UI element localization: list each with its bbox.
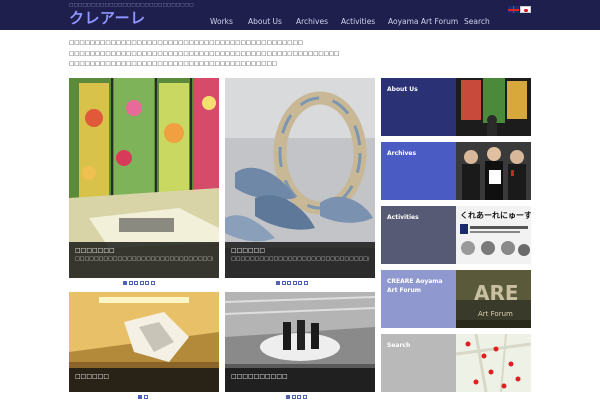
activities-banner-text: くれあーれにゅーす [460, 211, 531, 220]
carousel-dot[interactable] [145, 281, 149, 285]
archives-thumbnail [456, 142, 531, 200]
carousel-dot[interactable] [128, 281, 133, 285]
nav-activities[interactable]: Activities [341, 17, 375, 26]
nav-aoyama-art-forum[interactable]: Aoyama Art Forum [388, 17, 458, 26]
work-tile-dolphin-sculpture[interactable]: □□□□□□ □□□□□□□□□□□□□□□□□□□□□□□□□□□□□□□□□… [225, 78, 375, 278]
work-caption: □□□□□□ [69, 368, 219, 392]
carousel-dots [123, 281, 155, 285]
carousel-dot[interactable] [302, 395, 307, 399]
carousel-dot[interactable] [297, 395, 301, 399]
side-menu-archives[interactable]: Archives [381, 142, 531, 200]
svg-text:Art Forum: Art Forum [478, 310, 513, 318]
work-caption: □□□□□□ □□□□□□□□□□□□□□□□□□□□□□□□□□□□□□□□□… [225, 242, 375, 278]
nav-about-us[interactable]: About Us [248, 17, 282, 26]
site-tagline: □□□□□□□□□□□□□□□□□□□□□□□□□□□□ [69, 3, 194, 8]
art-forum-thumbnail: ARE Art Forum [456, 270, 531, 328]
work-tile-stained-glass[interactable]: □□□□□□□ □□□□□□□□□□□□□□□□□□□□□□□□□□□□□□□□… [69, 78, 219, 278]
carousel-dot[interactable] [286, 395, 290, 399]
carousel-dot[interactable] [276, 281, 280, 285]
japanese-flag-icon[interactable] [520, 6, 531, 13]
side-menu-search[interactable]: Search [381, 334, 531, 392]
side-menu-creare-aoyama-art-forum[interactable]: CREARE Aoyama Art Forum ARE Art Forum [381, 270, 531, 328]
carousel-dot[interactable] [291, 395, 296, 399]
work-title: □□□□□□□ [75, 247, 115, 254]
carousel-dot[interactable] [123, 281, 127, 285]
carousel-dot[interactable] [134, 281, 138, 285]
work-tile-hall-installation[interactable]: □□□□□□□□□□ [225, 292, 375, 392]
about-us-thumbnail [456, 78, 531, 136]
carousel-dots [286, 395, 307, 399]
side-menu-activities[interactable]: Activities くれあーれにゅーす [381, 206, 531, 264]
side-menu-label: CREARE Aoyama Art Forum [381, 270, 456, 328]
carousel-dot[interactable] [298, 281, 302, 285]
carousel-dot[interactable] [292, 281, 297, 285]
carousel-dot[interactable] [139, 281, 144, 285]
search-map-thumbnail [456, 334, 531, 392]
intro-text: □□□□□□□□□□□□□□□□□□□□□□□□□□□□□□□□□□□□□□□□… [69, 38, 359, 70]
carousel-dot[interactable] [287, 281, 291, 285]
language-switcher [508, 6, 531, 13]
work-title: □□□□□□ [231, 247, 266, 254]
carousel-dot[interactable] [143, 395, 148, 399]
nav-works[interactable]: Works [210, 17, 233, 26]
carousel-dots [138, 395, 148, 399]
work-subtitle: □□□□□□□□□□□□□□□□□□□□□□□□□□□□□□□□□□□□□ [231, 256, 369, 262]
side-menu-about-us[interactable]: About Us [381, 78, 531, 136]
nav-search[interactable]: Search [464, 17, 490, 26]
intro-line: □□□□□□□□□□□□□□□□□□□□□□□□□□□□□□□□□□□□□□□□ [69, 61, 277, 67]
side-menu-label: Archives [381, 142, 456, 200]
site-header: □□□□□□□□□□□□□□□□□□□□□□□□□□□□ クレアーレ Works… [0, 0, 600, 30]
side-menu-label: Activities [381, 206, 456, 264]
svg-text:ARE: ARE [474, 281, 519, 305]
work-title: □□□□□□ [75, 373, 110, 380]
carousel-dot[interactable] [150, 281, 155, 285]
carousel-dot[interactable] [281, 281, 286, 285]
activities-thumbnail: くれあーれにゅーす [456, 206, 531, 264]
intro-line: □□□□□□□□□□□□□□□□□□□□□□□□□□□□□□□□□□□□□□□□… [69, 40, 303, 46]
carousel-dot[interactable] [303, 281, 308, 285]
work-tile-ceiling-sculpture[interactable]: □□□□□□ [69, 292, 219, 392]
work-subtitle: □□□□□□□□□□□□□□□□□□□□□□□□□□□□□□□□□□□□□ [75, 256, 213, 262]
work-caption: □□□□□□□ □□□□□□□□□□□□□□□□□□□□□□□□□□□□□□□□… [69, 242, 219, 278]
carousel-dot[interactable] [138, 395, 142, 399]
nav-archives[interactable]: Archives [296, 17, 328, 26]
carousel-dots [276, 281, 308, 285]
side-menu-label: Search [381, 334, 456, 392]
intro-line: □□□□□□□□□□□□□□□□□□□□□□□□□□□□□□□□□□□□□□□□… [69, 50, 340, 57]
site-logo[interactable]: クレアーレ [69, 9, 146, 27]
english-flag-icon[interactable] [508, 6, 519, 13]
side-menu-label: About Us [381, 78, 456, 136]
work-caption: □□□□□□□□□□ [225, 368, 375, 392]
work-title: □□□□□□□□□□ [231, 373, 288, 380]
